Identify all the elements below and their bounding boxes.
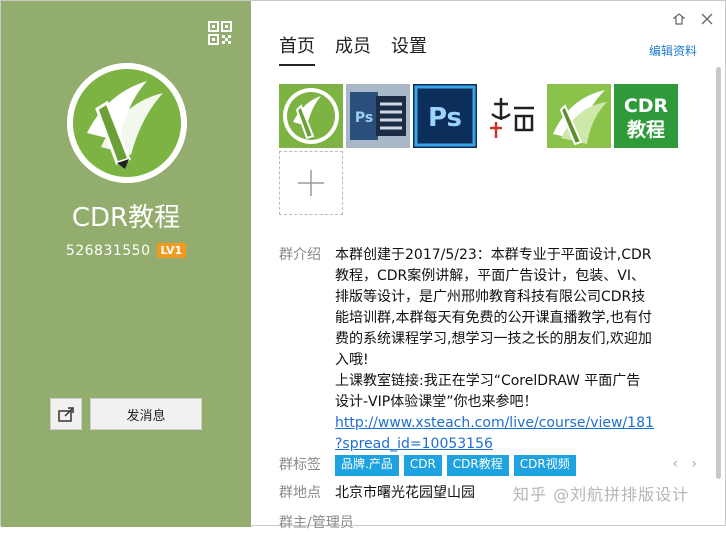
tab-home[interactable]: 首页 <box>279 32 315 66</box>
skin-icon[interactable] <box>672 13 686 29</box>
tags-row: 群标签 品牌.产品 CDR CDR教程 CDR视频 <box>279 455 576 476</box>
scrollbar-thumb[interactable] <box>716 67 721 479</box>
album-photo[interactable] <box>279 84 343 148</box>
group-name: CDR教程 <box>71 203 181 233</box>
intro-row: 群介绍 本群创建于2017/5/23：本群专业于平面设计,CDR 教程，CDR案… <box>279 245 673 455</box>
admin-row: 群主/管理员 <box>279 513 369 534</box>
tab-members[interactable]: 成员 <box>335 32 371 66</box>
intro-text: 本群创建于2017/5/23：本群专业于平面设计,CDR 教程，CDR案例讲解，… <box>335 245 673 455</box>
intro-line: 教程，CDR案例讲解，平面广告设计，包装、VI、 <box>335 268 645 284</box>
course-link[interactable]: ?spread_id=10053156 <box>335 434 673 455</box>
tag-item[interactable]: CDR视频 <box>513 455 576 476</box>
intro-label: 群介绍 <box>279 247 321 263</box>
chevron-left-icon[interactable]: ‹ <box>672 456 678 472</box>
album-photo[interactable] <box>547 84 611 148</box>
location-label: 群地点 <box>279 485 321 501</box>
tag-item[interactable]: CDR <box>403 455 442 476</box>
intro-line: 本群创建于2017/5/23：本群专业于平面设计,CDR <box>335 247 652 263</box>
watermark: 知乎 @刘航拼排版设计 <box>513 485 690 504</box>
tab-settings[interactable]: 设置 <box>391 32 427 66</box>
group-avatar[interactable] <box>67 63 187 183</box>
level-badge: LV1 <box>156 243 187 258</box>
close-icon[interactable] <box>701 13 713 29</box>
intro-line: 能培训群,本群每天有免费的公开课直播教学,也有付 <box>335 310 652 326</box>
tag-item[interactable]: 品牌.产品 <box>335 455 399 476</box>
album-photo[interactable] <box>480 84 544 148</box>
window-controls <box>672 13 713 29</box>
svg-text:Ps: Ps <box>355 110 373 126</box>
edit-profile-link[interactable]: 编辑资料 <box>649 42 697 59</box>
tags-label: 群标签 <box>279 457 321 473</box>
intro-line: 上课教室链接:我正在学习“CorelDRAW 平面广告 <box>335 373 641 389</box>
profile-sidebar: CDR教程 526831550 LV1 发消息 <box>1 1 251 527</box>
tag-list: 品牌.产品 CDR CDR教程 CDR视频 <box>335 455 576 476</box>
group-id: 526831550 <box>65 243 151 259</box>
scrollbar[interactable] <box>715 67 723 517</box>
album-photo[interactable]: Ps <box>413 84 477 148</box>
add-photo-button[interactable] <box>279 151 343 215</box>
intro-line: 入哦! <box>335 352 369 368</box>
send-message-button[interactable]: 发消息 <box>90 398 202 430</box>
chevron-right-icon[interactable]: › <box>691 456 697 472</box>
album-photo[interactable]: Ps <box>346 84 410 148</box>
intro-line: 排版等设计，是广州邢帅教育科技有限公司CDR技 <box>335 289 646 305</box>
profile-tabs: 首页 成员 设置 <box>279 32 427 66</box>
tag-item[interactable]: CDR教程 <box>446 455 509 476</box>
course-link[interactable]: http://www.xsteach.com/live/course/view/… <box>335 413 673 434</box>
group-profile-window: CDR教程 526831550 LV1 发消息 首页 成员 设置 编辑资料 Ps… <box>0 0 726 531</box>
svg-text:教程: 教程 <box>627 118 665 141</box>
svg-text:CDR: CDR <box>624 95 669 117</box>
intro-line: 费的系统课程学习,想学习一技之长的朋友们,欢迎加 <box>335 331 652 347</box>
group-id-row: 526831550 LV1 <box>1 243 251 259</box>
profile-main: 首页 成员 设置 编辑资料 Ps Ps CDR 教程 群介绍 本群创建于2017… <box>251 1 726 531</box>
album-photo[interactable]: CDR 教程 <box>614 84 678 148</box>
svg-text:Ps: Ps <box>428 103 462 133</box>
tag-pager: ‹ › <box>672 456 697 472</box>
intro-line: 设计-VIP体验课堂”你也来参吧！ <box>335 394 538 410</box>
share-icon <box>58 407 74 422</box>
plus-icon <box>298 170 324 196</box>
share-button[interactable] <box>50 398 82 430</box>
qr-code-icon[interactable] <box>208 21 232 45</box>
admin-label: 群主/管理员 <box>279 515 354 531</box>
